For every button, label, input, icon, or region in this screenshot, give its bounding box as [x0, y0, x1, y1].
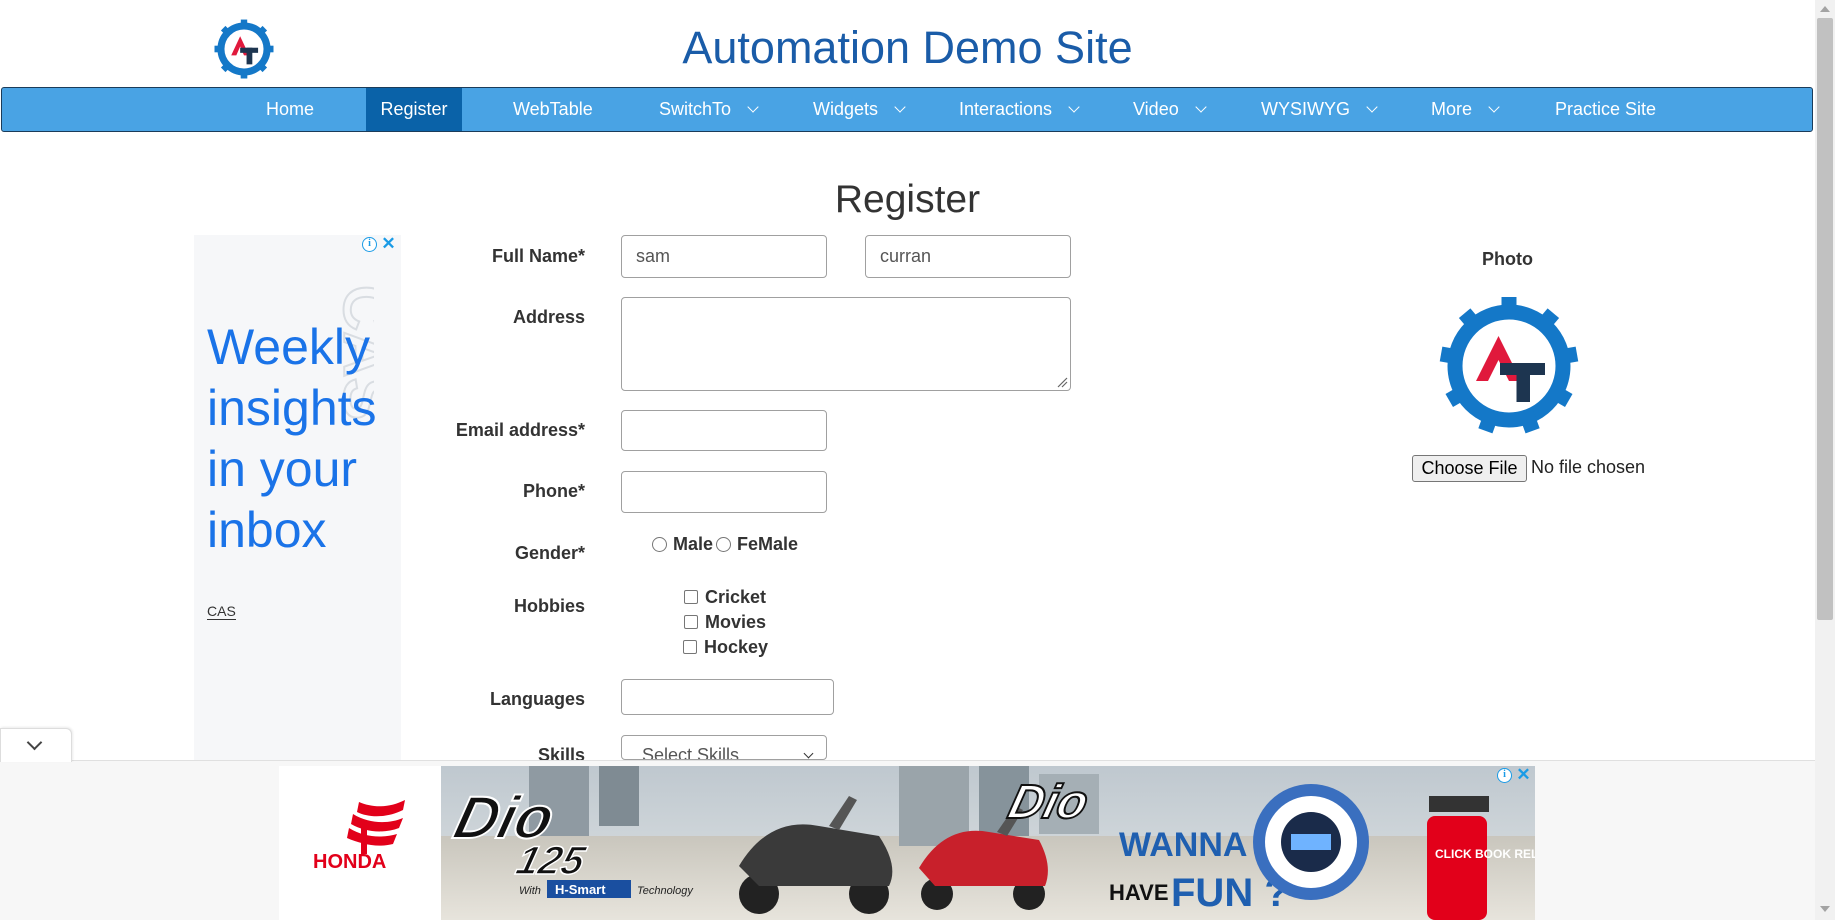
chevron-down-icon [894, 101, 906, 113]
hobby-movies-checkbox[interactable] [684, 615, 698, 629]
main-nav: Home Register WebTable SwitchTo Widgets … [1, 87, 1813, 132]
svg-text:HAVE: HAVE [1109, 880, 1169, 905]
page-title: Register [834, 178, 981, 221]
chevron-down-icon [26, 734, 43, 751]
address-textarea[interactable] [621, 297, 1071, 391]
nav-widgets-label: Widgets [813, 99, 879, 119]
full-name-label: Full Name* [491, 246, 585, 266]
bottom-ad-controls: i ✕ [1497, 766, 1531, 783]
chevron-down-icon [1366, 101, 1378, 113]
nav-home-label: Home [266, 99, 315, 119]
svg-text:HONDA: HONDA [313, 851, 386, 873]
chevron-down-icon [747, 101, 759, 113]
side-ad-headline[interactable]: Weekly insights in your inbox [207, 317, 397, 561]
nav-register[interactable]: Register [366, 88, 462, 131]
gender-female-label: FeMale [737, 534, 799, 554]
address-label: Address [512, 307, 585, 327]
nav-switchto[interactable]: SwitchTo [659, 88, 759, 131]
collapse-ad-button[interactable] [0, 728, 72, 762]
file-status-text: No file chosen [1531, 457, 1646, 477]
first-name-input[interactable] [621, 235, 827, 278]
gender-label: Gender* [514, 543, 585, 563]
honda-banner-ad[interactable]: HONDA Dio 125 With H-Smart Technology Di… [279, 766, 1535, 920]
hobby-hockey-label: Hockey [704, 637, 769, 657]
email-label: Email address* [455, 420, 585, 440]
last-name-input[interactable] [865, 235, 1071, 278]
gear-at-logo-icon [1439, 297, 1579, 434]
svg-text:H-Smart: H-Smart [555, 882, 606, 897]
page-scrollbar[interactable] [1815, 0, 1835, 920]
nav-switchto-label: SwitchTo [659, 99, 732, 119]
nav-more-label: More [1431, 99, 1473, 119]
side-ad-controls: i ✕ [362, 235, 396, 252]
scroll-up-arrow-icon[interactable] [1820, 6, 1830, 12]
chevron-down-icon [1488, 101, 1500, 113]
nav-video[interactable]: Video [1133, 88, 1207, 131]
hobby-cricket-label: Cricket [705, 587, 767, 607]
svg-text:Dio: Dio [1003, 776, 1094, 829]
nav-webtable-label: WebTable [513, 99, 593, 119]
nav-interactions-label: Interactions [959, 99, 1053, 119]
nav-practice-site-label: Practice Site [1555, 99, 1657, 119]
phone-label: Phone* [522, 481, 585, 501]
ad-close-icon[interactable]: ✕ [381, 235, 396, 252]
skills-select-value: Select Skills [642, 745, 740, 760]
ad-info-icon[interactable]: i [1497, 768, 1512, 783]
chevron-down-icon [803, 748, 814, 759]
resize-grip-icon[interactable] [1056, 376, 1068, 388]
nav-wysiwyg[interactable]: WYSIWYG [1261, 88, 1378, 131]
nav-wysiwyg-label: WYSIWYG [1261, 99, 1350, 119]
skills-select[interactable]: Select Skills [621, 735, 827, 760]
nav-more[interactable]: More [1431, 88, 1500, 131]
page: Automation Demo Site Home Register WebTa… [0, 0, 1835, 920]
gender-female-radio[interactable] [716, 537, 731, 552]
svg-text:WANNA: WANNA [1119, 826, 1247, 864]
nav-video-label: Video [1133, 99, 1179, 119]
chevron-down-icon [1068, 101, 1080, 113]
hobbies-label: Hobbies [513, 596, 585, 616]
scroll-thumb[interactable] [1817, 18, 1833, 620]
svg-text:Technology: Technology [637, 885, 694, 897]
choose-file-button[interactable]: Choose File [1412, 455, 1527, 482]
photo-label: Photo [1482, 249, 1533, 269]
svg-text:125: 125 [512, 838, 591, 883]
hobby-hockey-checkbox[interactable] [683, 640, 697, 654]
ad-info-icon[interactable]: i [362, 237, 377, 252]
svg-text:CLICK BOOK RELAX: CLICK BOOK RELAX [1435, 847, 1535, 861]
chevron-down-icon [1195, 101, 1207, 113]
scroll-down-arrow-icon[interactable] [1820, 906, 1830, 912]
nav-widgets[interactable]: Widgets [813, 88, 906, 131]
phone-input[interactable] [621, 471, 827, 513]
hobby-cricket-checkbox[interactable] [684, 590, 698, 604]
nav-practice-site[interactable]: Practice Site [1555, 88, 1656, 131]
svg-text:With: With [519, 885, 541, 897]
nav-interactions[interactable]: Interactions [959, 88, 1080, 131]
side-ad-brand[interactable]: CAS [207, 603, 236, 620]
ad-close-icon[interactable]: ✕ [1516, 766, 1531, 783]
gender-male-radio[interactable] [652, 537, 667, 552]
languages-multiselect[interactable] [621, 679, 834, 715]
email-input[interactable] [621, 410, 827, 451]
gender-male-label: Male [673, 534, 714, 554]
honda-banner-art: HONDA Dio 125 With H-Smart Technology Di… [279, 766, 1535, 920]
side-ad[interactable]: CAS Weekly insights in your inbox CAS [194, 235, 401, 765]
nav-register-label: Register [380, 99, 448, 119]
hobby-movies-label: Movies [705, 612, 767, 632]
nav-home[interactable]: Home [266, 88, 314, 131]
nav-webtable[interactable]: WebTable [513, 88, 593, 131]
site-title: Automation Demo Site [682, 22, 1133, 73]
languages-label: Languages [489, 689, 585, 709]
